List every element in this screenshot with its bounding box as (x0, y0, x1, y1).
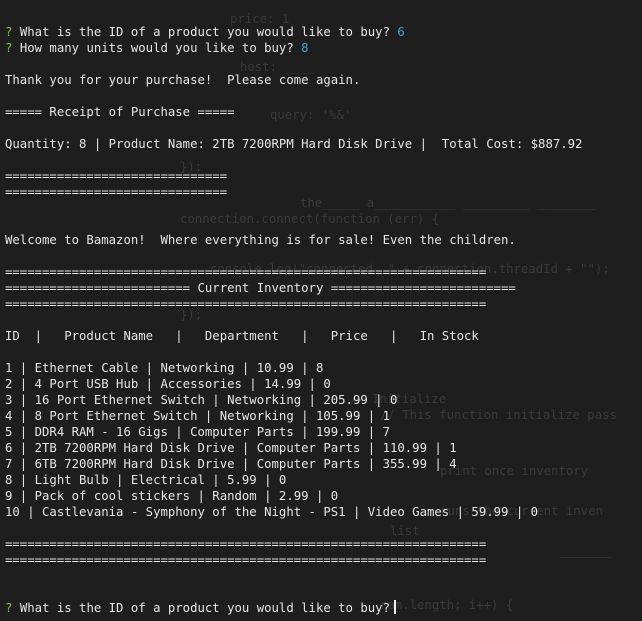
text-cursor[interactable] (393, 600, 396, 614)
inventory-row: 1 | Ethernet Cable | Networking | 10.99 … (5, 361, 324, 375)
prompt-line-product-id: ? What is the ID of a product you would … (5, 24, 642, 40)
receipt-rule: ============================== (5, 185, 228, 199)
inventory-row: 9 | Pack of cool stickers | Random | 2.9… (5, 489, 339, 503)
thank-you-message: Thank you for your purchase! Please come… (5, 73, 361, 87)
inventory-row: 3 | 16 Port Ethernet Switch | Networking… (5, 393, 398, 407)
inventory-title: ========================= Current Invent… (5, 281, 516, 295)
inventory-rule: ========================================… (5, 537, 487, 551)
inventory-rule: ========================================… (5, 553, 487, 567)
prompt-answer: 6 (397, 25, 405, 39)
prompt-line-active[interactable]: ? What is the ID of a product you would … (5, 600, 642, 616)
prompt-answer: 8 (301, 41, 309, 55)
inventory-column-headers: ID | Product Name | Department | Price |… (5, 329, 479, 343)
prompt-line-quantity: ? How many units would you like to buy? … (5, 40, 642, 56)
question-mark-icon: ? (5, 25, 13, 39)
inventory-rule: ========================================… (5, 297, 487, 311)
receipt-rule: ============================== (5, 169, 228, 183)
welcome-message: Welcome to Bamazon! Where everything is … (5, 233, 516, 247)
inventory-row: 10 | Castlevania - Symphony of the Night… (5, 505, 539, 519)
receipt-details: Quantity: 8 | Product Name: 2TB 7200RPM … (5, 137, 583, 151)
prompt-question: What is the ID of a product you would li… (19, 25, 390, 39)
inventory-row: 6 | 2TB 7200RPM Hard Disk Drive | Comput… (5, 441, 457, 455)
inventory-row: 2 | 4 Port USB Hub | Accessories | 14.99… (5, 377, 331, 391)
prompt-question: What is the ID of a product you would li… (19, 601, 390, 615)
console-output: ? What is the ID of a product you would … (5, 24, 642, 616)
inventory-row: 5 | DDR4 RAM - 16 Gigs | Computer Parts … (5, 425, 390, 439)
inventory-row: 7 | 6TB 7200RPM Hard Disk Drive | Comput… (5, 457, 457, 471)
inventory-row: 4 | 8 Port Ethernet Switch | Networking … (5, 409, 390, 423)
inventory-rule: ========================================… (5, 265, 487, 279)
question-mark-icon: ? (5, 601, 13, 615)
prompt-question: How many units would you like to buy? (19, 41, 294, 55)
question-mark-icon: ? (5, 41, 13, 55)
terminal-window[interactable]: price: 1 host: ____ query: '%&' }); the_… (0, 0, 642, 621)
inventory-row: 8 | Light Bulb | Electrical | 5.99 | 0 (5, 473, 287, 487)
receipt-header: ===== Receipt of Purchase ===== (5, 105, 235, 119)
